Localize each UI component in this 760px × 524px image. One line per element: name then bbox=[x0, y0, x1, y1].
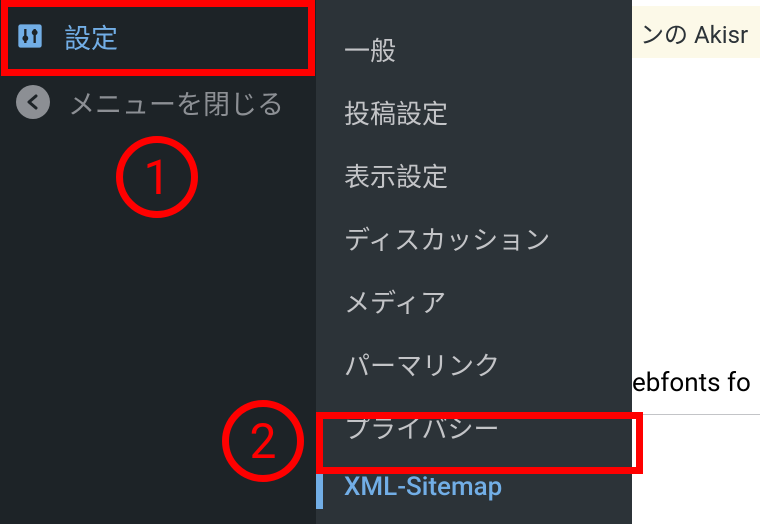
content-webfonts-text: ebfonts fo bbox=[632, 368, 751, 398]
submenu-item-writing[interactable]: 投稿設定 bbox=[316, 81, 632, 144]
submenu-label: XML-Sitemap bbox=[344, 472, 502, 502]
submenu-label: 一般 bbox=[344, 37, 396, 67]
admin-notice-text: ンの Akisr bbox=[640, 15, 748, 50]
chevron-left-circle-icon bbox=[16, 85, 50, 119]
admin-notice-bar: ンの Akisr bbox=[632, 6, 760, 58]
sidebar-settings-label: 設定 bbox=[64, 17, 118, 56]
submenu-label: プライバシー bbox=[344, 415, 499, 445]
submenu-item-general[interactable]: 一般 bbox=[316, 18, 632, 81]
submenu-item-media[interactable]: メディア bbox=[316, 270, 632, 333]
sidebar-collapse-label: メニューを閉じる bbox=[68, 83, 284, 122]
submenu-item-privacy[interactable]: プライバシー bbox=[316, 396, 632, 459]
submenu-item-permalinks[interactable]: パーマリンク bbox=[316, 333, 632, 396]
submenu-item-xml-sitemap[interactable]: XML-Sitemap bbox=[316, 459, 632, 515]
settings-submenu: 一般 投稿設定 表示設定 ディスカッション メディア パーマリンク プライバシー… bbox=[316, 0, 632, 524]
submenu-item-reading[interactable]: 表示設定 bbox=[316, 144, 632, 207]
settings-sliders-icon bbox=[16, 22, 44, 50]
sidebar: 設定 メニューを閉じる bbox=[0, 0, 316, 524]
submenu-label: ディスカッション bbox=[344, 226, 550, 256]
submenu-item-discussion[interactable]: ディスカッション bbox=[316, 207, 632, 270]
submenu-label: パーマリンク bbox=[344, 352, 500, 382]
content-divider bbox=[632, 414, 760, 415]
sidebar-item-collapse[interactable]: メニューを閉じる bbox=[0, 72, 316, 132]
submenu-label: 投稿設定 bbox=[344, 100, 448, 130]
submenu-label: 表示設定 bbox=[344, 163, 448, 193]
submenu-label: メディア bbox=[344, 289, 446, 319]
sidebar-item-settings[interactable]: 設定 bbox=[0, 0, 316, 72]
